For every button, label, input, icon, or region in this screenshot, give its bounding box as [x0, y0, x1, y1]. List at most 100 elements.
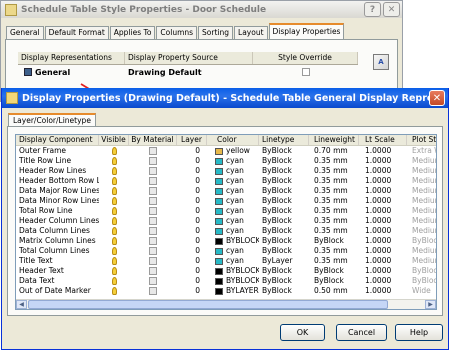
- col-display-component[interactable]: Display Component: [16, 135, 99, 145]
- lt-scale-value[interactable]: 1.0000: [359, 146, 407, 156]
- lineweight-value[interactable]: ByBlock: [309, 266, 359, 276]
- lineweight-value[interactable]: 0.35 mm: [309, 226, 359, 236]
- color-cell[interactable]: cyan: [207, 186, 259, 196]
- table-row[interactable]: Data Text 0 BYBLOCK ByBlock ByBlock 1.0000 ByB…: [16, 276, 436, 286]
- plot-style-value[interactable]: Medium: [407, 246, 436, 256]
- lineweight-value[interactable]: 0.35 mm: [309, 156, 359, 166]
- table-row[interactable]: Matrix Column Lines 0 BYBLOCK ByBlock ByBloc…: [16, 236, 436, 246]
- col-display-representations[interactable]: Display Representations: [18, 52, 125, 64]
- lt-scale-value[interactable]: 1.0000: [359, 156, 407, 166]
- dialog-close-icon[interactable]: ✕: [429, 90, 445, 106]
- lt-scale-value[interactable]: 1.0000: [359, 276, 407, 286]
- lt-scale-value[interactable]: 1.0000: [359, 226, 407, 236]
- layer-value[interactable]: 0: [177, 276, 207, 286]
- color-cell[interactable]: cyan: [207, 256, 259, 266]
- plot-style-value[interactable]: ByBlock: [407, 236, 436, 246]
- layer-value[interactable]: 0: [177, 246, 207, 256]
- table-row[interactable]: Total Row Line 0 cyan ByBlock 0.35 mm 1.0000 M…: [16, 206, 436, 216]
- dialog-titlebar[interactable]: Display Properties (Drawing Default) - S…: [2, 88, 448, 108]
- lightbulb-icon[interactable]: [111, 257, 117, 265]
- table-row[interactable]: Data Minor Row Lines 0 cyan ByBlock 0.35 mm 1…: [16, 196, 436, 206]
- plot-style-value[interactable]: Medium: [407, 186, 436, 196]
- color-cell[interactable]: cyan: [207, 206, 259, 216]
- lt-scale-value[interactable]: 1.0000: [359, 216, 407, 226]
- lightbulb-icon[interactable]: [111, 197, 117, 205]
- by-material-checkbox[interactable]: [149, 147, 157, 155]
- lt-scale-value[interactable]: 1.0000: [359, 286, 407, 296]
- lightbulb-icon[interactable]: [111, 147, 117, 155]
- display-rep-row-general[interactable]: General Drawing Default: [18, 65, 358, 79]
- tab-sorting[interactable]: Sorting: [198, 26, 234, 39]
- layer-value[interactable]: 0: [177, 176, 207, 186]
- help-icon[interactable]: ?: [364, 2, 381, 17]
- col-display-property-source[interactable]: Display Property Source: [125, 52, 253, 64]
- tab-general[interactable]: General: [6, 26, 44, 39]
- by-material-checkbox[interactable]: [149, 247, 157, 255]
- lt-scale-value[interactable]: 1.0000: [359, 266, 407, 276]
- plot-style-value[interactable]: Extra W: [407, 146, 436, 156]
- tab-layout[interactable]: Layout: [234, 26, 268, 39]
- linetype-value[interactable]: ByBlock: [259, 186, 309, 196]
- scroll-left-icon[interactable]: ◀: [16, 300, 27, 309]
- layer-value[interactable]: 0: [177, 196, 207, 206]
- linetype-value[interactable]: ByBlock: [259, 206, 309, 216]
- color-cell[interactable]: cyan: [207, 226, 259, 236]
- color-cell[interactable]: cyan: [207, 176, 259, 186]
- table-row[interactable]: Title Text 0 cyan ByLayer 0.35 mm 1.0000 Mediu…: [16, 256, 436, 266]
- lineweight-value[interactable]: 0.35 mm: [309, 176, 359, 186]
- by-material-checkbox[interactable]: [149, 277, 157, 285]
- ok-button[interactable]: OK: [280, 324, 325, 341]
- color-cell[interactable]: yellow: [207, 146, 259, 156]
- lightbulb-icon[interactable]: [111, 207, 117, 215]
- schedule-style-titlebar[interactable]: Schedule Table Style Properties - Door S…: [1, 1, 402, 18]
- close-icon[interactable]: ✕: [383, 2, 400, 17]
- lt-scale-value[interactable]: 1.0000: [359, 166, 407, 176]
- col-visible[interactable]: Visible: [99, 135, 129, 145]
- linetype-value[interactable]: ByBlock: [259, 286, 309, 296]
- lineweight-value[interactable]: 0.35 mm: [309, 246, 359, 256]
- plot-style-value[interactable]: Medium: [407, 216, 436, 226]
- lt-scale-value[interactable]: 1.0000: [359, 176, 407, 186]
- edit-display-properties-icon[interactable]: A: [373, 54, 389, 70]
- layer-value[interactable]: 0: [177, 166, 207, 176]
- by-material-checkbox[interactable]: [149, 227, 157, 235]
- by-material-checkbox[interactable]: [149, 197, 157, 205]
- col-style-override[interactable]: Style Override: [253, 52, 358, 64]
- lineweight-value[interactable]: ByBlock: [309, 236, 359, 246]
- linetype-value[interactable]: ByBlock: [259, 226, 309, 236]
- linetype-value[interactable]: ByBlock: [259, 196, 309, 206]
- col-plot-style[interactable]: Plot St: [407, 135, 436, 145]
- lineweight-value[interactable]: 0.50 mm: [309, 286, 359, 296]
- lightbulb-icon[interactable]: [111, 167, 117, 175]
- col-layer[interactable]: Layer: [177, 135, 207, 145]
- table-row[interactable]: Header Column Lines 0 cyan ByBlock 0.35 mm 1.…: [16, 216, 436, 226]
- layer-value[interactable]: 0: [177, 226, 207, 236]
- color-cell[interactable]: cyan: [207, 156, 259, 166]
- lightbulb-icon[interactable]: [111, 227, 117, 235]
- linetype-value[interactable]: ByBlock: [259, 166, 309, 176]
- lineweight-value[interactable]: 0.35 mm: [309, 196, 359, 206]
- tab-display-properties[interactable]: Display Properties: [268, 23, 345, 39]
- plot-style-value[interactable]: Medium: [407, 206, 436, 216]
- lightbulb-icon[interactable]: [111, 157, 117, 165]
- layer-value[interactable]: 0: [177, 286, 207, 296]
- plot-style-value[interactable]: Medium: [407, 196, 436, 206]
- lt-scale-value[interactable]: 1.0000: [359, 256, 407, 266]
- color-cell[interactable]: BYBLOCK: [207, 236, 259, 246]
- linetype-value[interactable]: ByBlock: [259, 176, 309, 186]
- table-row[interactable]: Header Bottom Row Li 0 cyan ByBlock 0.35 mm 1…: [16, 176, 436, 186]
- lightbulb-icon[interactable]: [111, 177, 117, 185]
- lt-scale-value[interactable]: 1.0000: [359, 186, 407, 196]
- plot-style-value[interactable]: Medium: [407, 156, 436, 166]
- linetype-value[interactable]: ByBlock: [259, 236, 309, 246]
- lightbulb-icon[interactable]: [111, 287, 117, 295]
- layer-value[interactable]: 0: [177, 256, 207, 266]
- scroll-thumb[interactable]: [28, 300, 388, 309]
- by-material-checkbox[interactable]: [149, 237, 157, 245]
- plot-style-value[interactable]: Medium: [407, 256, 436, 266]
- layer-value[interactable]: 0: [177, 216, 207, 226]
- plot-style-value[interactable]: Wide: [407, 286, 436, 296]
- help-button[interactable]: Help: [395, 324, 443, 341]
- color-cell[interactable]: BYBLOCK: [207, 276, 259, 286]
- lightbulb-icon[interactable]: [111, 217, 117, 225]
